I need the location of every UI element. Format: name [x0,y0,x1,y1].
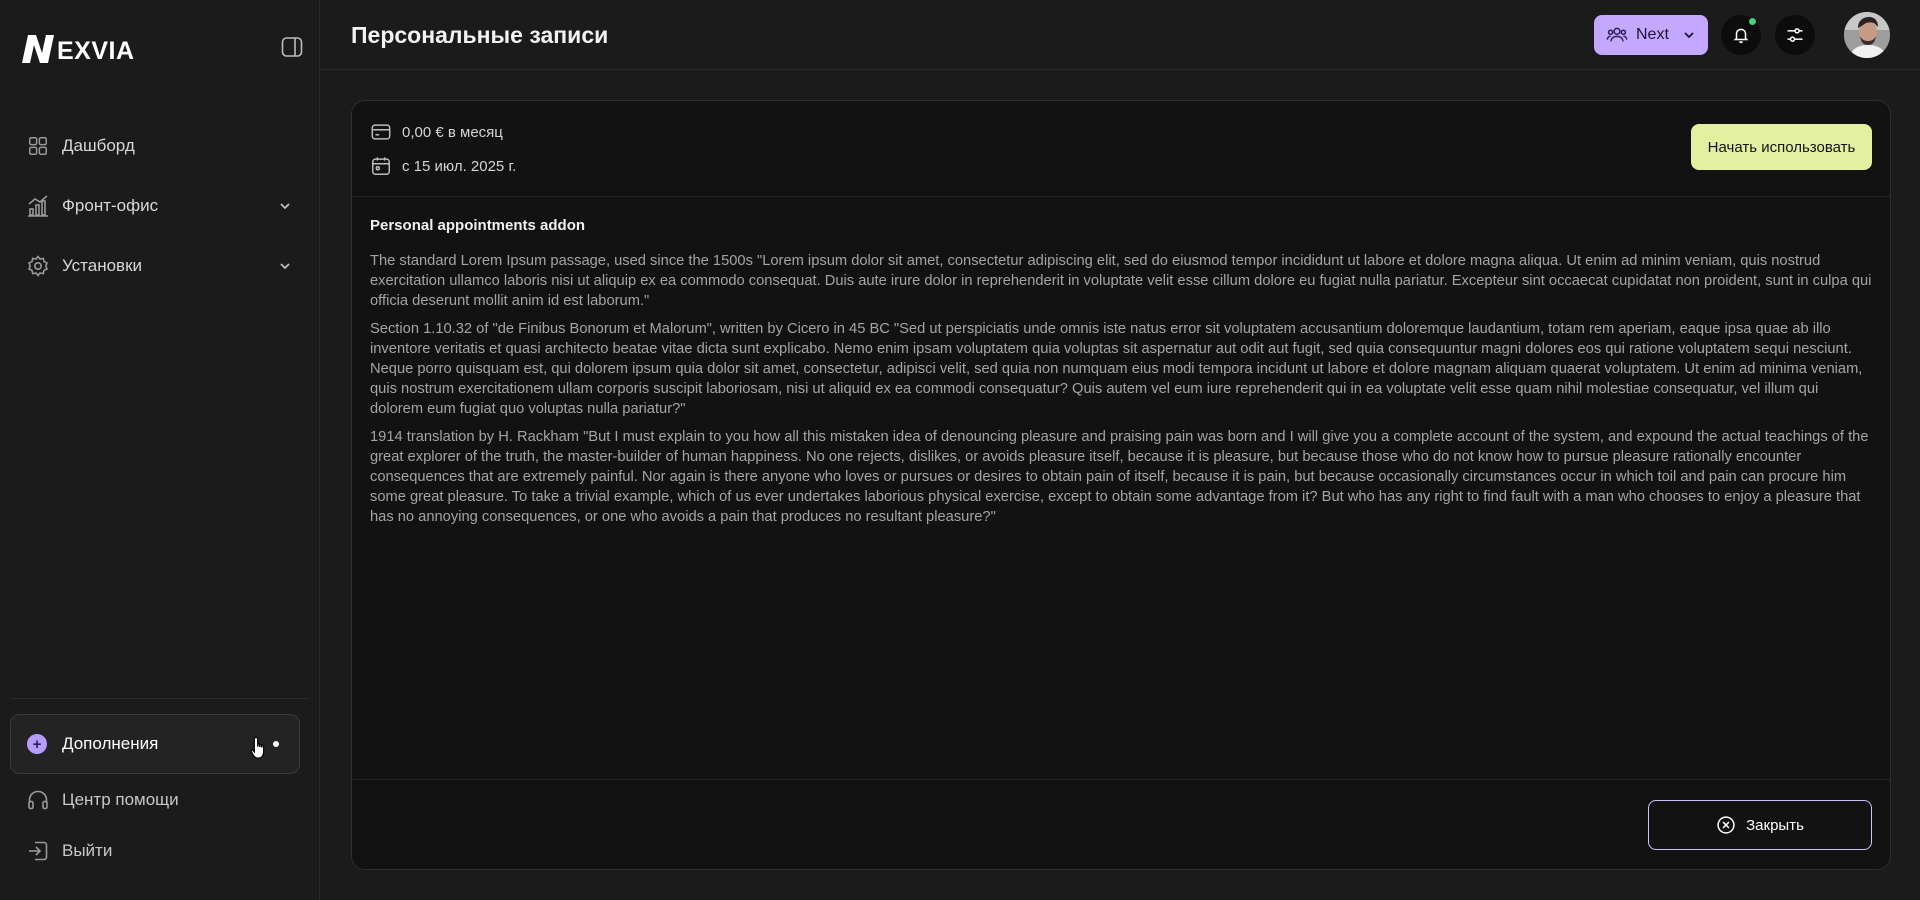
addon-panel-footer: Закрыть [352,779,1890,869]
hand-cursor-icon [250,736,265,759]
sidebar-item-dashboard[interactable]: Дашборд [10,124,310,168]
addon-panel-header: 0,00 € в месяц с 15 июл. 2025 г. Начать … [352,101,1890,197]
addon-panel: 0,00 € в месяц с 15 июл. 2025 г. Начать … [351,100,1891,870]
sidebar-nav: Дашборд Фронт-офис Установки [10,124,310,304]
sliders-icon [1787,28,1803,42]
sidebar-item-label: Выйти [62,841,113,860]
sidebar-collapse-button[interactable] [280,35,304,59]
main-content: Персональные записи Next 0,00 € в месяц … [320,0,1920,900]
sidebar-divider [10,698,310,699]
sidebar-item-settings[interactable]: Установки [10,244,310,288]
chevron-down-icon [1684,32,1694,39]
sidebar-item-label: Установки [62,256,143,275]
page-title: Персональные записи [351,22,609,48]
logo-text: EXVIA [57,37,135,65]
close-button-label: Закрыть [1746,816,1804,834]
close-button[interactable]: Закрыть [1648,800,1872,850]
bell-icon [1733,28,1749,44]
nexvia-logo[interactable]: EXVIA [20,30,135,64]
chart-icon [26,194,50,218]
plus-circle-icon: + [27,734,47,754]
description-paragraph: The standard Lorem Ipsum passage, used s… [370,253,1872,309]
logout-icon [26,839,50,863]
date-row: с 15 июл. 2025 г. [370,155,516,177]
start-using-button[interactable]: Начать использовать [1691,124,1872,170]
headphones-icon [26,788,50,812]
sidebar: EXVIA Дашборд Фронт-офис Установки + Доп… [0,0,320,900]
sidebar-item-label: Дополнения [62,734,159,753]
addon-description: Personal appointments addon The standard… [352,197,1890,527]
filter-settings-button[interactable] [1775,15,1815,55]
active-indicator-dot [273,741,279,747]
description-paragraph: 1914 translation by H. Rackham "But I mu… [370,429,1869,525]
notification-status-dot [1748,17,1757,26]
sidebar-item-logout[interactable]: Выйти [26,839,112,863]
chevron-down-icon [276,257,294,275]
workspace-switcher-button[interactable]: Next [1594,15,1708,55]
avatar-photo [1844,12,1890,58]
users-icon [1606,27,1628,42]
sidebar-item-help[interactable]: Центр помощи [26,788,179,812]
price-row: 0,00 € в месяц [370,121,503,143]
addon-title: Personal appointments addon [370,217,586,234]
start-date-text: с 15 июл. 2025 г. [402,157,517,175]
panel-toggle-icon [281,37,303,57]
top-bar: Персональные записи Next [320,0,1920,70]
sidebar-item-front-office[interactable]: Фронт-офис [10,184,310,228]
calendar-icon [370,155,392,177]
workspace-label: Next [1636,26,1669,43]
sidebar-item-label: Центр помощи [62,790,179,809]
sidebar-item-label: Фронт-офис [62,196,159,215]
gear-icon [26,254,50,278]
logo-n-icon [22,35,54,63]
price-text: 0,00 € в месяц [402,123,503,141]
description-paragraph: Section 1.10.32 of "de Finibus Bonorum e… [370,321,1863,417]
notifications-button[interactable] [1721,15,1761,55]
user-avatar[interactable] [1844,12,1890,58]
chevron-down-icon [276,197,294,215]
sidebar-item-label: Дашборд [62,136,135,155]
credit-card-icon [370,121,392,143]
grid-icon [26,134,50,158]
close-circle-icon [1717,816,1735,834]
